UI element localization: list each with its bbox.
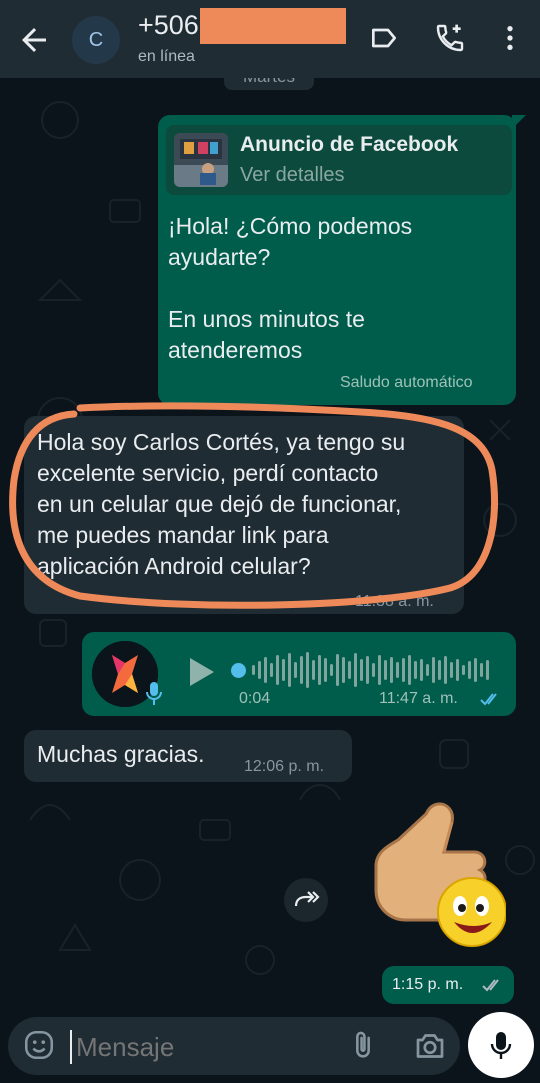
waveform-bar <box>318 655 321 685</box>
waveform-bar <box>414 661 417 679</box>
camera-icon[interactable] <box>412 1028 448 1064</box>
mic-small-icon <box>146 682 162 705</box>
waveform-bar <box>378 655 381 685</box>
waveform-bar <box>396 662 399 678</box>
voice-waveform[interactable] <box>238 650 498 690</box>
waveform-bar <box>282 659 285 681</box>
waveform-bar <box>306 652 309 688</box>
forward-button[interactable] <box>284 878 328 922</box>
waveform-bar <box>276 655 279 685</box>
message-time: 11:38 a. m. <box>355 593 434 610</box>
back-arrow-icon[interactable] <box>16 22 52 58</box>
waveform-bar <box>330 664 333 676</box>
waveform-bar <box>426 664 429 676</box>
voice-duration: 0:04 <box>239 690 271 707</box>
waveform-bar <box>462 665 465 675</box>
avatar-initial: C <box>88 28 104 51</box>
incoming-message-text: Hola soy Carlos Cortés, ya tengo su exce… <box>37 429 406 579</box>
waveform-bar <box>408 655 411 685</box>
message-time: 12:06 p. m. <box>244 758 325 775</box>
ad-card-title: Anuncio de Facebook <box>240 133 459 156</box>
waveform-bar <box>372 663 375 677</box>
play-icon[interactable] <box>188 656 216 688</box>
delivered-ticks-icon <box>482 979 499 992</box>
waveform-bar <box>312 660 315 680</box>
waveform-bar <box>390 657 393 683</box>
read-ticks-icon <box>480 693 497 706</box>
forward-icon <box>294 891 320 907</box>
emoji-icon[interactable] <box>22 1028 56 1062</box>
waveform-bar <box>474 658 477 682</box>
waveform-bar <box>450 662 453 678</box>
waveform-bar <box>420 659 423 681</box>
waveform-bar <box>360 659 363 681</box>
sticker-time: 1:15 p. m. <box>392 976 464 993</box>
waveform-bar <box>366 656 369 684</box>
waveform-bar <box>444 656 447 684</box>
contact-name[interactable]: +506 <box>138 10 199 41</box>
waveform-bar <box>258 661 261 679</box>
waveform-bar <box>402 658 405 682</box>
chat-header: C +506 en línea <box>0 0 540 78</box>
thumbs-up-sticker[interactable] <box>356 794 506 954</box>
waveform-bar <box>300 656 303 684</box>
add-call-icon[interactable] <box>434 22 466 54</box>
waveform-bar <box>348 661 351 679</box>
waveform-bar <box>336 654 339 686</box>
bubble-tail <box>512 115 526 129</box>
ad-card-subtitle[interactable]: Ver detalles <box>240 164 345 187</box>
waveform-bar <box>438 660 441 680</box>
waveform-bar <box>252 665 255 675</box>
facebook-ad-card[interactable]: Anuncio de Facebook Ver detalles <box>166 125 512 195</box>
waveform-bar <box>324 658 327 682</box>
avatar[interactable]: C <box>72 16 120 64</box>
label-icon[interactable] <box>368 22 400 54</box>
waveform-bar <box>384 660 387 680</box>
message-input[interactable] <box>70 1030 336 1064</box>
waveform-bar <box>456 659 459 681</box>
waveform-bar <box>468 661 471 679</box>
waveform-bar <box>270 663 273 677</box>
waveform-bar <box>486 660 489 680</box>
incoming-message-text: Muchas gracias. <box>37 741 205 767</box>
waveform-bar <box>342 657 345 683</box>
waveform-bar <box>480 663 483 677</box>
mic-icon <box>490 1032 512 1059</box>
more-vert-icon[interactable] <box>494 22 526 54</box>
ad-thumbnail <box>174 133 228 187</box>
playback-position-dot[interactable] <box>231 663 246 678</box>
waveform-bar <box>294 662 297 678</box>
voice-time: 11:47 a. m. <box>379 690 458 707</box>
waveform-bar <box>288 653 291 687</box>
waveform-bar <box>264 657 267 683</box>
waveform-bar <box>432 657 435 683</box>
attach-icon[interactable] <box>346 1028 380 1062</box>
ad-greeting-text: ¡Hola! ¿Cómo podemos ayudarte? En unos m… <box>168 213 413 363</box>
contact-status: en línea <box>138 48 195 65</box>
waveform-bar <box>354 653 357 687</box>
redaction-box <box>200 8 346 44</box>
auto-greeting-label: Saludo automático <box>340 374 473 391</box>
voice-record-button[interactable] <box>468 1012 534 1078</box>
